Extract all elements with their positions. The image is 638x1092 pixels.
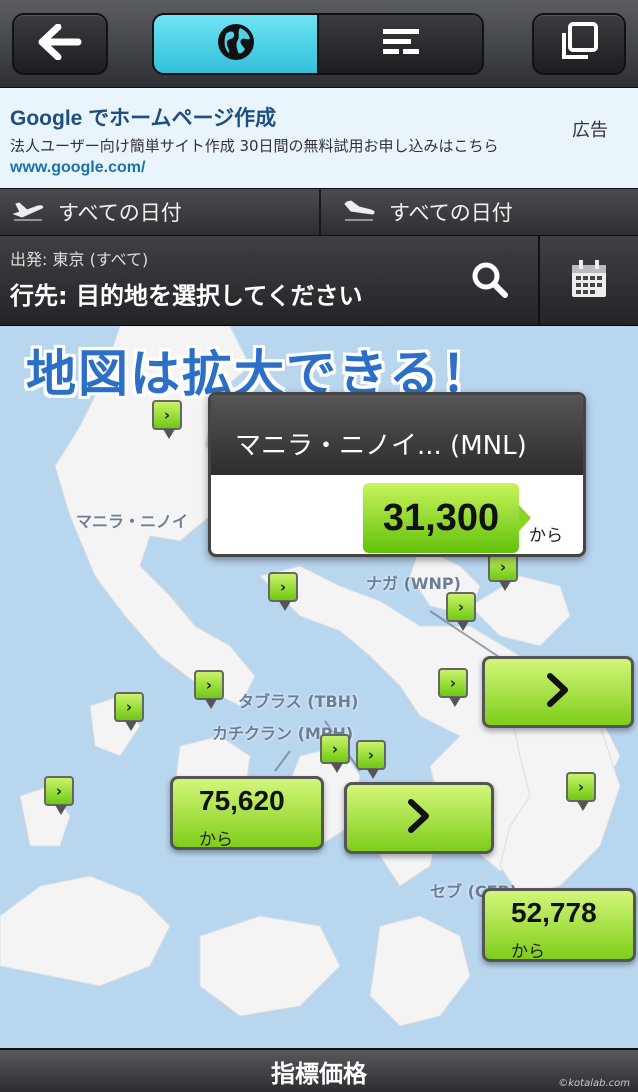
map-pin[interactable]: › (446, 592, 476, 631)
plane-landing-icon (343, 198, 389, 227)
copy-icon (558, 21, 600, 67)
chevron-right-icon (545, 672, 571, 712)
origin-label: 出発: 東京 (すべて) (10, 250, 149, 269)
map-pin[interactable]: › (44, 776, 74, 815)
bottom-bar[interactable]: 指標価格 (0, 1048, 638, 1092)
chevron-right-icon (406, 798, 432, 838)
map-pin[interactable]: › (566, 772, 596, 811)
copy-button[interactable] (532, 13, 626, 75)
list-icon (381, 27, 421, 61)
tab-list-view[interactable] (317, 15, 482, 73)
price-from-label: から (199, 830, 233, 850)
price-from-label: から (511, 942, 545, 962)
popup-price-button[interactable]: 31,300 (363, 483, 531, 553)
price-card[interactable]: 75,620 から (170, 776, 324, 850)
date-selector: すべての日付 すべての日付 (0, 188, 638, 236)
map-view[interactable]: 地図は拡大できる！ マニラ・ニノイ ナガ (WNP) タブラス (TBH) カチ… (0, 326, 638, 1048)
details-arrow-button[interactable] (482, 656, 634, 728)
map-pin[interactable]: › (194, 670, 224, 709)
map-pin[interactable]: › (320, 734, 350, 773)
place-label-tablas: タブラス (TBH) (238, 692, 359, 711)
ad-url[interactable]: www.google.com/ (10, 159, 628, 177)
globe-icon (216, 22, 256, 66)
arrow-left-icon (38, 23, 82, 64)
map-pin[interactable]: › (438, 668, 468, 707)
watermark-credit: ©kotalab.com (558, 1078, 630, 1089)
airport-popup[interactable]: マニラ・ニノイ... (MNL) 31,300 から (208, 392, 586, 557)
map-pin[interactable]: › (114, 692, 144, 731)
details-arrow-button[interactable] (344, 782, 494, 854)
popup-title: マニラ・ニノイ... (MNL) (211, 395, 583, 475)
departure-date-label: すべての日付 (58, 201, 182, 225)
tab-map-view[interactable] (154, 15, 317, 73)
destination-label: 行先: 目的地を選択してください (10, 282, 363, 310)
plane-takeoff-icon (12, 198, 58, 227)
calendar-icon (570, 259, 608, 303)
view-toggle (152, 13, 484, 75)
departure-date-button[interactable]: すべての日付 (0, 189, 319, 235)
price-value: 52,778 (511, 897, 597, 928)
return-date-label: すべての日付 (389, 201, 513, 225)
destination-bar: 出発: 東京 (すべて) 行先: 目的地を選択してください (0, 236, 638, 326)
price-value: 75,620 (199, 785, 285, 816)
price-card[interactable]: 52,778 から (482, 888, 636, 962)
ad-banner[interactable]: Google でホームページ作成 法人ユーザー向け簡単サイト作成 30日間の無料… (0, 88, 638, 188)
popup-from-label: から (529, 526, 563, 546)
destination-selector[interactable]: 出発: 東京 (すべて) 行先: 目的地を選択してください (10, 246, 530, 311)
bottom-bar-label: 指標価格 (271, 1059, 367, 1088)
ad-tag: 広告 (572, 120, 608, 141)
map-pin[interactable]: › (356, 740, 386, 779)
search-icon[interactable] (470, 260, 510, 304)
map-pin[interactable]: › (268, 572, 298, 611)
place-label-manila: マニラ・ニノイ (76, 512, 189, 531)
top-toolbar (0, 0, 638, 88)
calendar-button[interactable] (538, 236, 638, 326)
return-date-button[interactable]: すべての日付 (319, 189, 638, 235)
place-label-naga: ナガ (WNP) (366, 574, 461, 593)
map-pin[interactable]: › (152, 400, 182, 439)
ad-title[interactable]: Google でホームページ作成 (10, 102, 628, 132)
ad-description: 法人ユーザー向け簡単サイト作成 30日間の無料試用お申し込みはこちら (10, 137, 499, 155)
back-button[interactable] (12, 13, 108, 75)
